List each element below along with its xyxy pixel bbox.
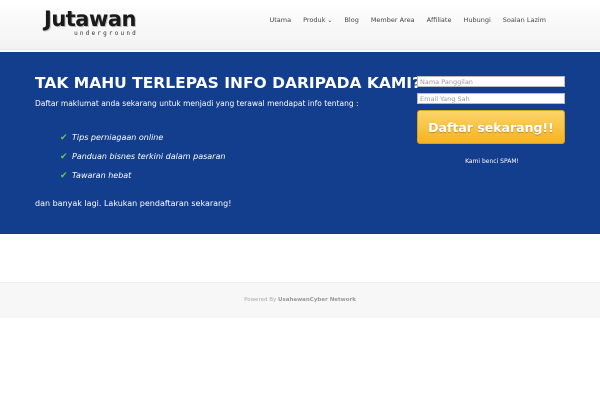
spam-note: Kami benci SPAM! — [465, 158, 519, 165]
nav-label: Affiliate — [426, 16, 452, 24]
nav-item-blog[interactable]: Blog — [338, 14, 364, 27]
site-logo[interactable]: Jutawan underground — [44, 8, 144, 38]
nav-item-produk[interactable]: Produk ⌄ — [297, 14, 338, 27]
nav-item-member-area[interactable]: Member Area — [365, 14, 421, 27]
nav-item-hubungi[interactable]: Hubungi — [457, 14, 496, 27]
powered-prefix: Powered By — [244, 297, 277, 303]
list-item: ✔ Tips perniagaan online — [60, 128, 225, 147]
nav-label: Utama — [269, 16, 292, 24]
hero-footer-text: dan banyak lagi. Lakukan pendaftaran sek… — [35, 199, 232, 208]
check-icon: ✔ — [60, 170, 68, 181]
signup-button[interactable]: Daftar sekarang!! — [417, 110, 565, 144]
hero-subtitle: Daftar maklumat anda sekarang untuk menj… — [35, 99, 359, 108]
feature-text: Tips perniagaan online — [72, 133, 164, 142]
nav-label: Blog — [344, 16, 359, 24]
nav-item-affiliate[interactable]: Affiliate — [421, 14, 458, 27]
check-icon: ✔ — [60, 151, 68, 162]
signup-form: Daftar sekarang!! Kami benci SPAM! — [417, 76, 567, 165]
main-nav: Utama Produk ⌄ Blog Member Area Affiliate… — [263, 14, 552, 27]
nav-item-soalan-lazim[interactable]: Soalan Lazim — [497, 14, 552, 27]
nav-label: Member Area — [370, 16, 415, 24]
nav-label: Produk — [303, 16, 326, 24]
powered-by: Powered By UsahawanCyber Network — [0, 297, 600, 303]
logo-text: Jutawan — [44, 7, 137, 31]
list-item: ✔ Tawaran hebat — [60, 166, 225, 185]
chevron-down-icon: ⌄ — [327, 17, 333, 24]
name-field[interactable] — [417, 76, 565, 87]
site-header: Jutawan underground Utama Produk ⌄ Blog M… — [0, 0, 600, 50]
feature-text: Tawaran hebat — [72, 171, 132, 180]
nav-item-utama[interactable]: Utama — [263, 14, 297, 27]
feature-list: ✔ Tips perniagaan online ✔ Panduan bisnes … — [60, 128, 225, 185]
site-footer: Powered By UsahawanCyber Network — [0, 282, 600, 318]
logo-tagline: underground — [74, 30, 138, 37]
hero-title: TAK MAHU TERLEPAS INFO DARIPADA KAMI? — [35, 74, 422, 92]
email-field[interactable] — [417, 93, 565, 104]
nav-label: Hubungi — [463, 16, 491, 24]
nav-label: Soalan Lazim — [502, 16, 546, 24]
optin-hero: TAK MAHU TERLEPAS INFO DARIPADA KAMI? Da… — [0, 52, 600, 234]
feature-text: Panduan bisnes terkini dalam pasaran — [72, 152, 226, 161]
powered-link[interactable]: UsahawanCyber Network — [278, 297, 356, 303]
check-icon: ✔ — [60, 132, 68, 143]
list-item: ✔ Panduan bisnes terkini dalam pasaran — [60, 147, 225, 166]
